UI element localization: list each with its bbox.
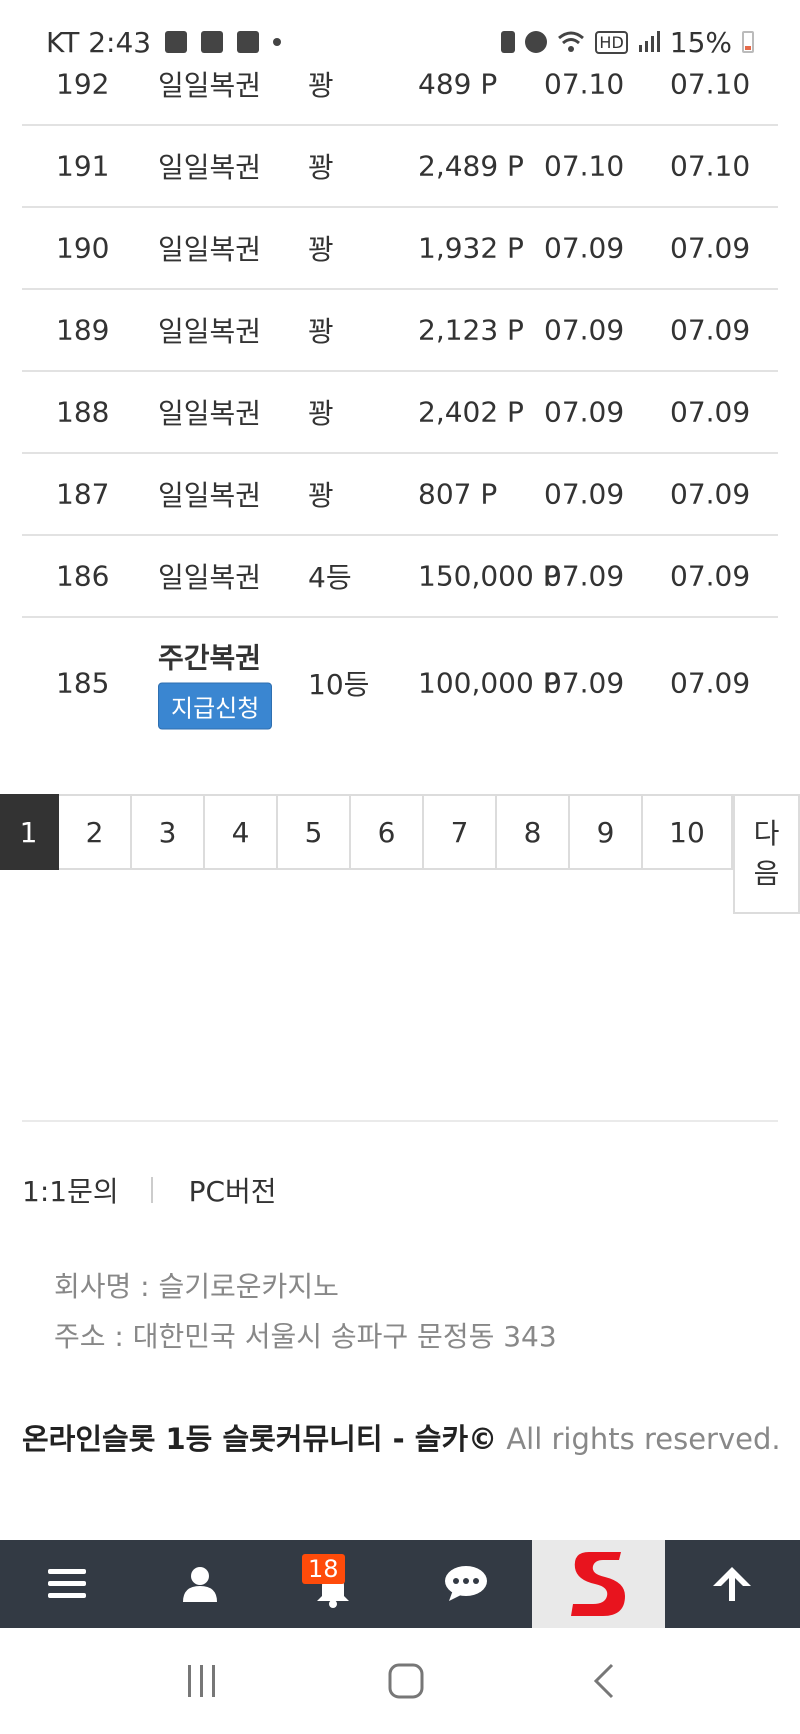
page-10[interactable]: 10 <box>643 794 733 870</box>
page-5[interactable]: 5 <box>278 794 351 870</box>
pc-version-link[interactable]: PC버전 <box>189 1170 277 1210</box>
hamburger-icon <box>47 1569 86 1598</box>
page-7[interactable]: 7 <box>424 794 497 870</box>
copyright: 온라인슬롯 1등 슬롯커뮤니티 - 슬카© All rights reserve… <box>22 1422 781 1456</box>
table-row: 185 주간복권 지급신청 10등 100,000 P 07.09 07.09 <box>22 618 778 748</box>
menu-button[interactable] <box>0 1540 133 1628</box>
chat-button[interactable] <box>399 1540 532 1628</box>
chat-icon <box>444 1566 487 1601</box>
table-row: 189 일일복권 꽝 2,123 P 07.09 07.09 <box>22 290 778 372</box>
site-logo-button[interactable] <box>532 1540 665 1628</box>
notifications-button[interactable]: 18 <box>266 1540 399 1628</box>
page-6[interactable]: 6 <box>351 794 424 870</box>
table-row: 188 일일복권 꽝 2,402 P 07.09 07.09 <box>22 372 778 454</box>
table-row: 186 일일복권 4등 150,000 P 07.09 07.09 <box>22 536 778 618</box>
company-name: 회사명 : 슬기로운카지노 <box>54 1270 339 1303</box>
scroll-top-button[interactable] <box>665 1540 798 1628</box>
notification-badge: 18 <box>302 1554 345 1584</box>
home-icon[interactable] <box>387 1662 425 1700</box>
pagination: 1 2 3 4 5 6 7 8 9 10 다 음 <box>0 794 800 914</box>
inquiry-link[interactable]: 1:1문의 <box>22 1170 119 1210</box>
lottery-history-table: 192 일일복권 꽝 489 P 07.10 07.10 191 일일복권 꽝 … <box>22 44 778 748</box>
claim-payout-button[interactable]: 지급신청 <box>158 682 273 730</box>
page-4[interactable]: 4 <box>205 794 278 870</box>
arrow-up-icon <box>712 1567 751 1601</box>
footer-divider <box>22 1120 778 1122</box>
page-1[interactable]: 1 <box>0 794 59 870</box>
company-info: 회사명 : 슬기로운카지노 주소 : 대한민국 서울시 송파구 문정동 343 <box>54 1262 557 1362</box>
slotca-logo-icon <box>570 1552 625 1616</box>
footer-links: 1:1문의 PC버전 <box>22 1170 277 1210</box>
page-3[interactable]: 3 <box>132 794 205 870</box>
recent-apps-icon[interactable] <box>184 1663 220 1699</box>
bottom-app-bar: 18 <box>0 1540 800 1628</box>
next-page-button[interactable]: 다 음 <box>733 794 800 914</box>
system-nav-bar <box>0 1628 800 1734</box>
page-2[interactable]: 2 <box>59 794 132 870</box>
table-row: 190 일일복권 꽝 1,932 P 07.09 07.09 <box>22 208 778 290</box>
table-row: 187 일일복권 꽝 807 P 07.09 07.09 <box>22 454 778 536</box>
page-8[interactable]: 8 <box>497 794 570 870</box>
table-row: 191 일일복권 꽝 2,489 P 07.10 07.10 <box>22 126 778 208</box>
back-icon[interactable] <box>592 1662 616 1700</box>
company-address: 주소 : 대한민국 서울시 송파구 문정동 343 <box>54 1320 557 1353</box>
user-icon <box>182 1567 217 1602</box>
page-9[interactable]: 9 <box>570 794 643 870</box>
footer-separator <box>150 1177 153 1203</box>
profile-button[interactable] <box>133 1540 266 1628</box>
table-row: 192 일일복권 꽝 489 P 07.10 07.10 <box>22 44 778 126</box>
